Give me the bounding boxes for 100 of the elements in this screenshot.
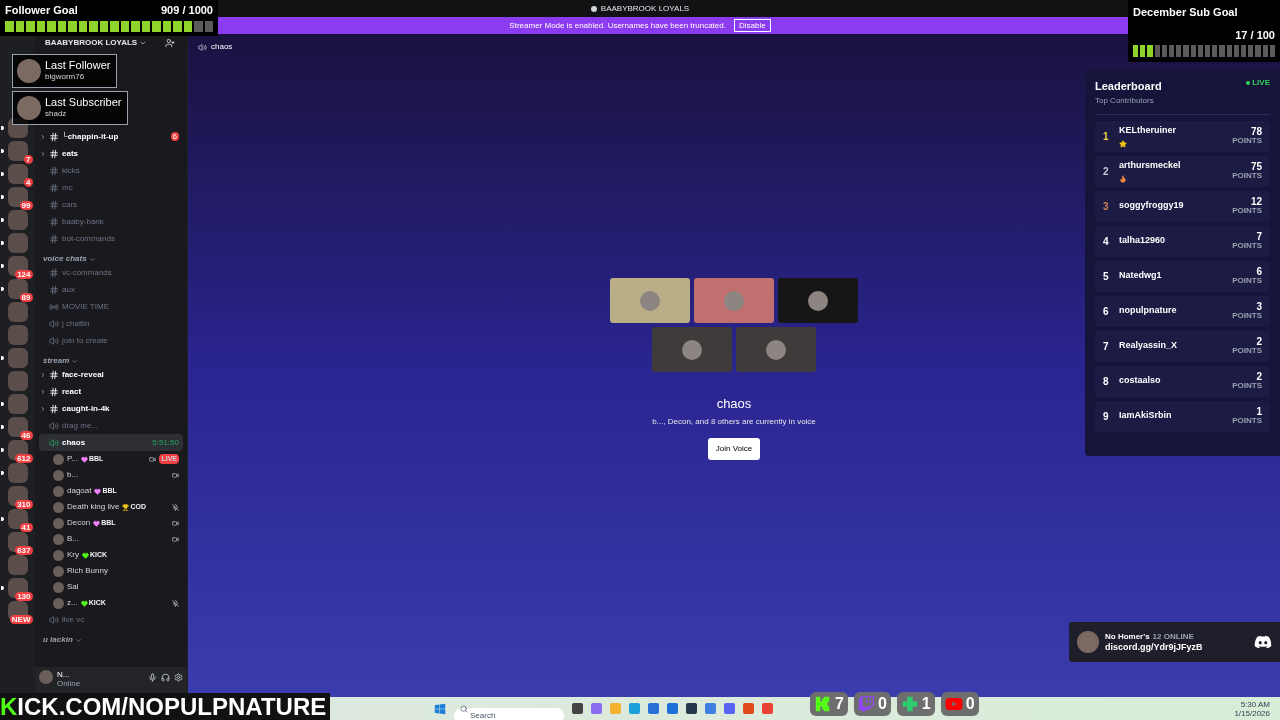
channel-item[interactable]: caught-in-4k bbox=[39, 400, 183, 417]
category-label[interactable]: stream bbox=[43, 356, 70, 366]
user-avatar[interactable] bbox=[39, 670, 53, 684]
avatar-placeholder bbox=[640, 290, 660, 311]
app-icon[interactable] bbox=[667, 703, 678, 714]
banner-text: Streamer Mode is enabled. Usernames have been truncated. bbox=[509, 19, 726, 32]
channel-item[interactable]: chaos 5:51:50 bbox=[39, 434, 183, 451]
invite-link[interactable]: discord.gg/Ydr9jJFyzB bbox=[1105, 642, 1248, 653]
search-field[interactable]: Search bbox=[454, 708, 564, 720]
user-avatar[interactable] bbox=[53, 581, 64, 593]
youtube-logo-icon bbox=[944, 695, 963, 713]
twitch-logo-icon bbox=[857, 695, 875, 713]
microphone-icon[interactable] bbox=[148, 673, 157, 682]
speaker-icon bbox=[49, 437, 59, 448]
channel-item[interactable]: vc-commands bbox=[39, 264, 183, 281]
camera-icon bbox=[172, 519, 179, 527]
unread-badge: 41 bbox=[19, 523, 33, 532]
app-icon[interactable] bbox=[648, 703, 659, 714]
alert-username: bigworm76 bbox=[45, 71, 86, 82]
user-avatar[interactable] bbox=[53, 517, 64, 529]
user-avatar[interactable] bbox=[53, 453, 64, 465]
member-name[interactable]: Kry bbox=[67, 549, 79, 561]
join-voice-button[interactable]: Join Voice bbox=[707, 437, 761, 460]
channel-item[interactable]: MOVIE TIME bbox=[39, 298, 183, 315]
app-icon[interactable] bbox=[724, 703, 735, 714]
channel-item[interactable]: face-reveal bbox=[39, 366, 183, 383]
member-name[interactable]: dagoat bbox=[67, 485, 92, 497]
user-avatar[interactable] bbox=[53, 485, 64, 497]
follower-count: 1 bbox=[921, 694, 931, 714]
server-icon[interactable] bbox=[7, 486, 28, 506]
hash-icon bbox=[49, 148, 59, 159]
contributor-name: costaalso bbox=[1119, 374, 1162, 388]
unread-badge: NEW bbox=[9, 615, 33, 624]
channel-name: live vc bbox=[62, 613, 86, 626]
member-name[interactable]: P... bbox=[67, 453, 78, 465]
channel-item[interactable]: live vc bbox=[39, 611, 183, 628]
user-avatar[interactable] bbox=[53, 597, 64, 609]
user-avatar[interactable] bbox=[53, 549, 64, 561]
points-value: 6 bbox=[1256, 267, 1262, 276]
user-avatar[interactable] bbox=[53, 533, 64, 545]
contributor-name: Realyassin_X bbox=[1119, 339, 1179, 353]
channel-item[interactable]: drag me... bbox=[39, 417, 183, 434]
rank-number: 1 bbox=[1103, 129, 1109, 144]
channel-item[interactable]: eats bbox=[39, 145, 183, 162]
participant-tile[interactable] bbox=[736, 327, 816, 372]
headphones-icon[interactable] bbox=[161, 673, 170, 682]
member-name[interactable]: b... bbox=[67, 469, 79, 481]
channel-name: join to create bbox=[62, 334, 109, 347]
channel-item[interactable]: kicks bbox=[39, 162, 183, 179]
server-icon[interactable] bbox=[7, 578, 28, 598]
unread-badge: 46 bbox=[19, 431, 33, 440]
member-name[interactable]: Rich Bunny bbox=[67, 565, 108, 577]
server-icon[interactable] bbox=[7, 532, 28, 552]
windows-icon[interactable] bbox=[434, 702, 446, 715]
server-icon[interactable] bbox=[7, 187, 28, 207]
channel-item[interactable]: bot-commands bbox=[39, 230, 183, 247]
server-icon[interactable] bbox=[7, 440, 28, 460]
add-friend-icon[interactable] bbox=[165, 38, 175, 48]
user-avatar[interactable] bbox=[53, 501, 64, 513]
member-name[interactable]: B... bbox=[67, 533, 79, 545]
star-icon bbox=[1119, 139, 1127, 148]
member-name[interactable]: z... bbox=[67, 597, 78, 609]
user-avatar[interactable] bbox=[53, 469, 64, 481]
server-icon[interactable] bbox=[7, 417, 28, 437]
user-avatar[interactable] bbox=[53, 565, 64, 577]
server-icon[interactable] bbox=[7, 279, 28, 299]
member-name[interactable]: Decon bbox=[67, 517, 91, 529]
channel-item[interactable]: └chappin-it-up 6 bbox=[39, 128, 183, 145]
expand-icon bbox=[40, 150, 46, 157]
disable-button[interactable]: Disable bbox=[733, 19, 771, 32]
channel-item[interactable]: j chattin bbox=[39, 315, 183, 332]
participant-tile[interactable] bbox=[778, 278, 858, 323]
app-icon[interactable] bbox=[572, 703, 583, 714]
rank-number: 3 bbox=[1103, 199, 1109, 214]
category-label[interactable]: u lackin bbox=[43, 635, 73, 645]
voice-channel-title: chaos bbox=[716, 395, 752, 413]
participant-tile[interactable] bbox=[694, 278, 774, 323]
settings-icon[interactable] bbox=[174, 673, 183, 682]
participant-tile[interactable] bbox=[652, 327, 732, 372]
leaderboard-subtitle: Top Contributors bbox=[1095, 94, 1155, 107]
participant-tile[interactable] bbox=[610, 278, 690, 323]
speaker-icon bbox=[49, 614, 59, 625]
flame-icon bbox=[1119, 174, 1127, 183]
member-name[interactable]: Death king live bbox=[67, 501, 120, 513]
contributor-name: talha12960 bbox=[1119, 234, 1167, 248]
user-status: Online bbox=[57, 679, 82, 688]
channel-item[interactable]: react bbox=[39, 383, 183, 400]
channel-item[interactable]: cars bbox=[39, 196, 183, 213]
channel-item[interactable]: baaby-bank bbox=[39, 213, 183, 230]
avatar-placeholder bbox=[724, 290, 744, 311]
clock-time: 5:30 AM bbox=[1240, 699, 1270, 709]
server-name[interactable]: BAABYBROOK LOYALS bbox=[45, 37, 138, 49]
channel-item[interactable]: mc bbox=[39, 179, 183, 196]
category-label[interactable]: voice chats bbox=[43, 254, 87, 264]
channel-item[interactable]: join to create bbox=[39, 332, 183, 349]
unread-badge: 124 bbox=[15, 270, 33, 279]
app-icon[interactable] bbox=[686, 703, 697, 714]
channel-item[interactable]: aux bbox=[39, 281, 183, 298]
member-name[interactable]: Sal bbox=[67, 581, 79, 593]
chevron-icon bbox=[74, 637, 82, 644]
